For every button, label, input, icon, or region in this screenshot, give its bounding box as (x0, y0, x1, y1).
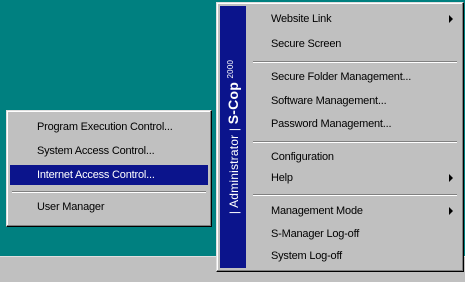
chevron-right-icon (449, 174, 453, 182)
menu-item-internet-access-control[interactable]: Internet Access Control... (10, 165, 208, 185)
menu-item-label: Help (271, 172, 293, 184)
menu-item-user-manager[interactable]: User Manager (10, 197, 208, 217)
menu-item-s-manager-log-off[interactable]: S-Manager Log-off (251, 224, 459, 244)
menu-item-secure-screen[interactable]: Secure Screen (251, 34, 459, 54)
menu-banner: | Administrator | S-Cop 2000 (220, 6, 246, 268)
menu-item-label: Internet Access Control... (37, 169, 155, 181)
menu-item-website-link[interactable]: Website Link (251, 9, 459, 29)
menu-item-label: S-Manager Log-off (271, 228, 360, 240)
menu-item-system-log-off[interactable]: System Log-off (251, 246, 459, 266)
menu-item-label: System Log-off (271, 250, 342, 262)
menu-separator (253, 141, 457, 143)
menu-item-label: System Access Control... (37, 145, 155, 157)
menu-item-program-execution-control[interactable]: Program Execution Control... (10, 117, 208, 137)
menu-item-label: Configuration (271, 151, 334, 163)
menu-item-configuration[interactable]: Configuration (251, 147, 459, 167)
menu-item-label: Password Management... (271, 118, 392, 130)
banner-brand: S-Cop (225, 82, 241, 125)
menu-separator (253, 61, 457, 63)
menu-item-password-management[interactable]: Password Management... (251, 114, 459, 134)
banner-year: 2000 (226, 59, 235, 79)
menu-item-management-mode[interactable]: Management Mode (251, 201, 459, 221)
chevron-right-icon (449, 207, 453, 215)
menu-item-software-management[interactable]: Software Management... (251, 91, 459, 111)
menu-separator (253, 194, 457, 196)
menu-item-label: Secure Screen (271, 38, 342, 50)
management-mode-submenu: Program Execution Control... System Acce… (6, 110, 212, 227)
menu-item-label: User Manager (37, 201, 105, 213)
banner-separator: | (227, 124, 241, 135)
menu-item-label: Software Management... (271, 95, 387, 107)
menu-item-help[interactable]: Help (251, 168, 459, 188)
menu-item-label: Management Mode (271, 205, 363, 217)
menu-separator (12, 191, 206, 193)
menu-item-secure-folder-management[interactable]: Secure Folder Management... (251, 67, 459, 87)
menu-item-label: Secure Folder Management... (271, 71, 412, 83)
banner-text: | Administrator | S-Cop 2000 (225, 60, 241, 214)
menu-item-label: Website Link (271, 13, 332, 25)
menu-item-label: Program Execution Control... (37, 121, 173, 133)
menu-item-system-access-control[interactable]: System Access Control... (10, 141, 208, 161)
banner-separator: | (227, 207, 241, 215)
scop-context-menu: | Administrator | S-Cop 2000 Website Lin… (216, 2, 464, 272)
banner-role: Administrator (227, 134, 241, 208)
chevron-right-icon (449, 15, 453, 23)
